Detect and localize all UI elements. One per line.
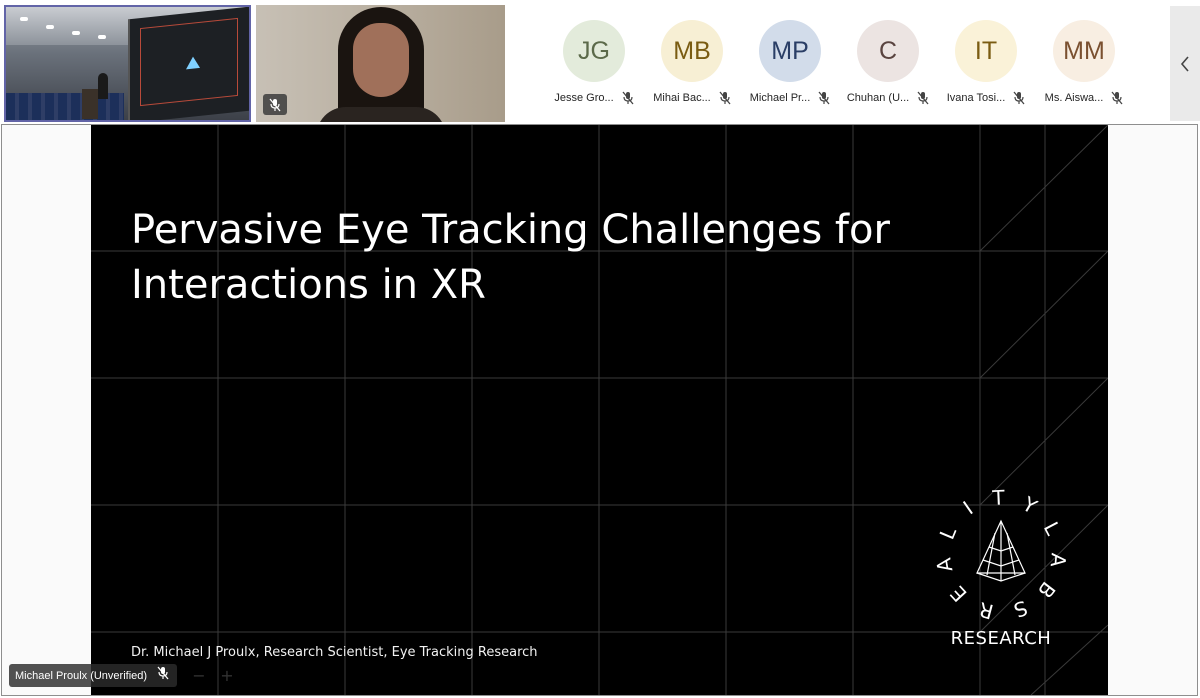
participant-name-row: Ms. Aiswa... <box>1030 90 1138 106</box>
chevron-left-icon[interactable] <box>1170 6 1200 121</box>
mic-off-icon <box>622 91 634 105</box>
ceiling-light <box>46 25 54 29</box>
logo-ring-letter: E <box>945 581 971 607</box>
participant-card[interactable]: IT Ivana Tosi... <box>938 20 1034 110</box>
mic-off-icon <box>1111 91 1123 105</box>
presenter-name-tag: Michael Proulx (Unverified) <box>9 664 178 687</box>
logo-ring-letter: L <box>1039 518 1066 540</box>
slide-title-line: Pervasive Eye Tracking Challenges for <box>131 207 890 253</box>
logo-research-text: RESEARCH <box>950 628 1052 649</box>
logo-ring-letter: L <box>935 523 962 543</box>
avatar: MB <box>661 20 723 82</box>
participant-name-row: Jesse Gro... <box>540 90 648 106</box>
presentation-slide: Pervasive Eye Tracking Challenges for In… <box>91 125 1108 695</box>
avatar: C <box>857 20 919 82</box>
podium <box>82 89 98 119</box>
zoom-out-button[interactable]: − <box>189 664 209 687</box>
participant-name-row: Chuhan (U... <box>834 90 942 106</box>
mic-off-icon <box>1013 91 1025 105</box>
logo-ring-letter: T <box>991 485 1006 510</box>
logo-ring-letter: A <box>931 556 957 574</box>
participant-face <box>353 23 409 97</box>
projection-screen <box>128 7 249 120</box>
participant-card[interactable]: MP Michael Pr... <box>742 20 838 110</box>
participant-name: Michael Pr... <box>749 92 811 104</box>
avatar: MP <box>759 20 821 82</box>
participant-card[interactable]: C Chuhan (U... <box>840 20 936 110</box>
logo-ring-letter: I <box>959 496 978 519</box>
slide-presenter-credit: Dr. Michael J Proulx, Research Scientist… <box>131 645 538 660</box>
mic-off-icon <box>917 91 929 105</box>
slide-title: Pervasive Eye Tracking Challenges for In… <box>131 203 1031 313</box>
mic-off-icon <box>157 666 169 685</box>
logo-ring-letter: R <box>976 597 996 624</box>
avatar: MM <box>1053 20 1115 82</box>
speaker-figure <box>98 73 108 99</box>
ceiling-light <box>20 17 28 21</box>
participant-name-row: Michael Pr... <box>736 90 844 106</box>
room-camera-tile[interactable] <box>4 5 251 122</box>
reality-labs-logo-mark: REALI T YLABS <box>931 485 1071 624</box>
slide-title-line: Interactions in XR <box>131 262 486 308</box>
participant-card[interactable]: MM Ms. Aiswa... <box>1036 20 1132 110</box>
ceiling-light <box>72 31 80 35</box>
reality-labs-logo: REALITYLABS <box>931 485 1071 625</box>
mic-off-icon <box>719 91 731 105</box>
mic-off-icon <box>263 94 287 115</box>
logo-ring-letter: Y <box>1018 491 1042 519</box>
logo-ring-letter: S <box>1011 596 1031 623</box>
ceiling-light <box>98 35 106 39</box>
participant-name-row: Mihai Bac... <box>638 90 746 106</box>
logo-ring-letter: B <box>1033 577 1060 603</box>
participant-name: Jesse Gro... <box>554 92 614 104</box>
avatar: JG <box>563 20 625 82</box>
participant-camera-tile[interactable] <box>256 5 505 122</box>
shared-screen-stage: Pervasive Eye Tracking Challenges for In… <box>1 124 1198 696</box>
avatar: IT <box>955 20 1017 82</box>
logo-ring-letter: A <box>1046 552 1071 568</box>
logo-pyramid-icon <box>976 519 1026 582</box>
mic-off-icon <box>818 91 830 105</box>
participant-name: Ivana Tosi... <box>946 92 1006 104</box>
projected-logo <box>186 55 200 70</box>
participant-name: Mihai Bac... <box>653 92 711 104</box>
participant-name-row: Ivana Tosi... <box>932 90 1040 106</box>
zoom-in-button[interactable]: + <box>217 664 237 687</box>
presenter-name: Michael Proulx (Unverified) <box>15 669 148 682</box>
participant-name: Ms. Aiswa... <box>1044 92 1104 104</box>
participant-card[interactable]: JG Jesse Gro... <box>546 20 642 110</box>
participant-name: Chuhan (U... <box>846 92 910 104</box>
participant-shoulders <box>316 107 446 122</box>
video-strip: JG Jesse Gro... MB Mihai Bac... MP Michael Pr… <box>0 0 1200 124</box>
participant-card[interactable]: MB Mihai Bac... <box>644 20 740 110</box>
